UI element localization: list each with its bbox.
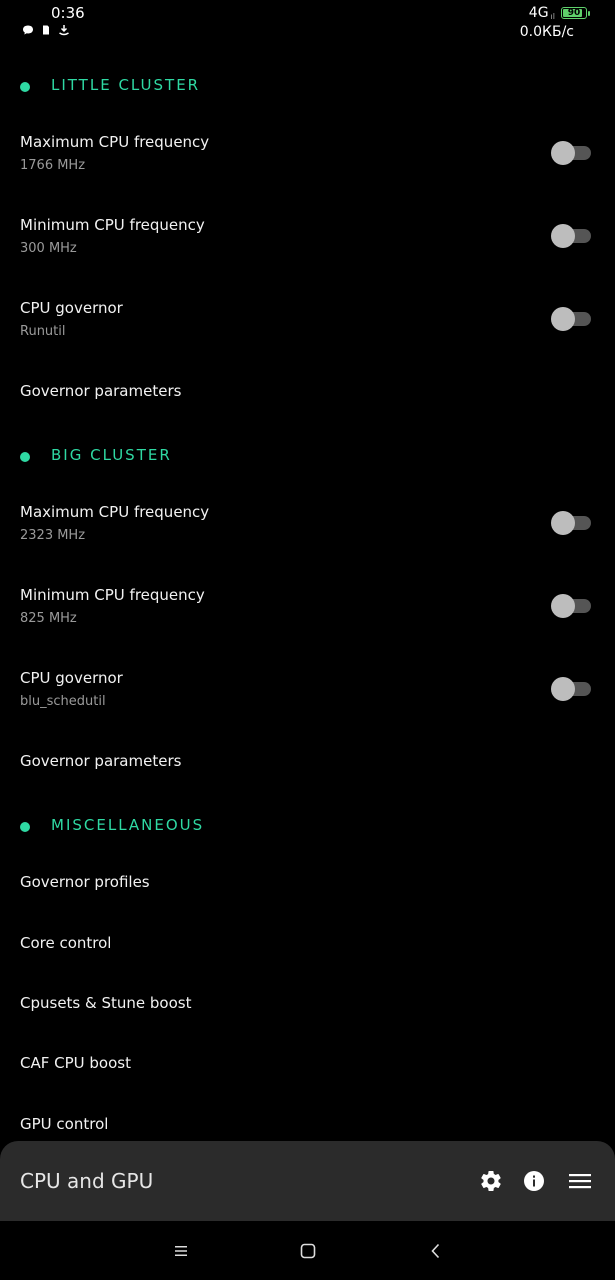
row-title: CAF CPU boost: [20, 1054, 131, 1072]
menu-icon[interactable]: [568, 1169, 592, 1193]
info-icon[interactable]: [522, 1169, 546, 1193]
back-icon[interactable]: [426, 1241, 446, 1261]
toggle-knob: [551, 224, 575, 248]
signal-strength-icon: ıl: [550, 11, 555, 21]
apply-on-boot-toggle[interactable]: [551, 593, 591, 618]
row-title: Maximum CPU frequency: [20, 503, 210, 521]
home-icon[interactable]: [298, 1241, 318, 1261]
toggle-knob: [551, 141, 575, 165]
row-title: Core control: [20, 934, 112, 952]
row-little-min-freq[interactable]: Minimum CPU frequency 300 MHz: [0, 216, 615, 276]
row-value: 2323 MHz: [20, 528, 86, 543]
section-dot-icon: [20, 452, 30, 462]
download-icon: [59, 25, 69, 36]
row-big-governor-params[interactable]: Governor parameters: [0, 752, 615, 782]
row-governor-profiles[interactable]: Governor profiles: [0, 873, 615, 903]
screen: 0:36 4G ıl 90 0.0КБ/с LITTLE CLUSTER Max…: [0, 0, 615, 1280]
page-title: CPU and GPU: [20, 1169, 154, 1193]
row-core-control[interactable]: Core control: [0, 934, 615, 964]
section-header-little-cluster: LITTLE CLUSTER: [0, 66, 615, 106]
section-dot-icon: [20, 822, 30, 832]
row-value: blu_schedutil: [20, 694, 106, 709]
row-big-governor[interactable]: CPU governor blu_schedutil: [0, 669, 615, 729]
row-big-min-freq[interactable]: Minimum CPU frequency 825 MHz: [0, 586, 615, 646]
row-caf-cpu-boost[interactable]: CAF CPU boost: [0, 1054, 615, 1084]
row-value: Runutil: [20, 324, 66, 339]
toggle-knob: [551, 307, 575, 331]
toggle-knob: [551, 594, 575, 618]
row-value: 1766 MHz: [20, 158, 86, 173]
row-big-max-freq[interactable]: Maximum CPU frequency 2323 MHz: [0, 503, 615, 563]
status-bar: 0:36 4G ıl 90 0.0КБ/с: [0, 0, 615, 44]
row-little-governor-params[interactable]: Governor parameters: [0, 382, 615, 412]
apply-on-boot-toggle[interactable]: [551, 510, 591, 535]
row-little-governor[interactable]: CPU governor Runutil: [0, 299, 615, 359]
system-indicators: 4G ıl 90: [528, 5, 590, 21]
section-header-miscellaneous: MISCELLANEOUS: [0, 806, 615, 846]
section-header-big-cluster: BIG CLUSTER: [0, 436, 615, 476]
section-title: BIG CLUSTER: [51, 446, 172, 464]
row-title: Governor parameters: [20, 382, 182, 400]
chat-bubble-icon: [23, 25, 33, 35]
bottom-app-bar: CPU and GPU: [0, 1141, 615, 1221]
section-title: LITTLE CLUSTER: [51, 76, 201, 94]
row-title: Minimum CPU frequency: [20, 216, 205, 234]
row-value: 825 MHz: [20, 611, 77, 626]
battery-level: 90: [567, 7, 581, 18]
row-title: CPU governor: [20, 669, 123, 687]
status-time: 0:36: [51, 4, 85, 22]
row-title: Maximum CPU frequency: [20, 133, 210, 151]
toggle-knob: [551, 511, 575, 535]
row-little-max-freq[interactable]: Maximum CPU frequency 1766 MHz: [0, 133, 615, 193]
row-title: Governor profiles: [20, 873, 150, 891]
apply-on-boot-toggle[interactable]: [551, 223, 591, 248]
toggle-knob: [551, 677, 575, 701]
section-dot-icon: [20, 82, 30, 92]
apply-on-boot-toggle[interactable]: [551, 306, 591, 331]
notification-icons: [22, 24, 70, 36]
row-title: CPU governor: [20, 299, 123, 317]
section-title: MISCELLANEOUS: [51, 816, 205, 834]
battery-icon: 90: [561, 7, 590, 19]
row-title: Cpusets & Stune boost: [20, 994, 192, 1012]
settings-icon[interactable]: [479, 1169, 503, 1193]
network-type: 4G: [528, 5, 549, 21]
sim-card-icon: [43, 25, 49, 35]
apply-on-boot-toggle[interactable]: [551, 676, 591, 701]
system-navigation-bar: [0, 1221, 615, 1280]
recents-icon[interactable]: [171, 1241, 191, 1261]
row-cpusets-stune-boost[interactable]: Cpusets & Stune boost: [0, 994, 615, 1024]
row-value: 300 MHz: [20, 241, 77, 256]
apply-on-boot-toggle[interactable]: [551, 140, 591, 165]
row-title: Minimum CPU frequency: [20, 586, 205, 604]
row-title: GPU control: [20, 1115, 109, 1133]
row-title: Governor parameters: [20, 752, 182, 770]
network-speed: 0.0КБ/с: [519, 24, 574, 40]
